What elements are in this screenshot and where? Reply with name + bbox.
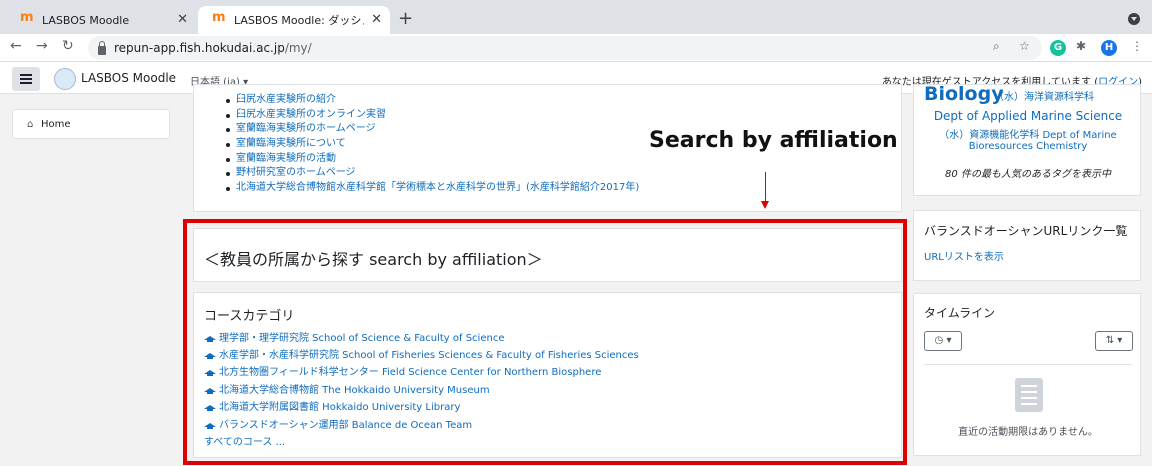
graduation-cap-icon (204, 369, 216, 377)
course-categories-heading: コースカテゴリ (204, 309, 295, 324)
category-item[interactable]: 北海道大学総合博物館 The Hokkaido University Museu… (204, 382, 639, 399)
affiliation-title-card: ＜教員の所属から探す search by affiliation＞ (193, 228, 902, 282)
all-courses-link[interactable]: すべてのコース ... (204, 434, 639, 451)
popular-tags-note: 80 件の最も人気のあるタグを表示中 (945, 169, 1111, 180)
list-item[interactable]: 臼尻水産実験所の紹介 (224, 93, 639, 108)
tab-search-icon[interactable] (1128, 13, 1140, 25)
category-list: 理学部・理学研究院 School of Science & Faculty of… (204, 330, 639, 452)
zoom-icon[interactable]: ⌕ (993, 39, 1000, 54)
grammarly-extension-icon[interactable]: G (1050, 40, 1066, 56)
category-item[interactable]: 北海道大学附属図書館 Hokkaido University Library (204, 400, 639, 417)
chrome-menu-icon[interactable]: ⋮ (1131, 39, 1143, 53)
annotation-arrow-head (761, 201, 769, 209)
timeline-sort-dropdown[interactable]: ⇅ ▾ (1095, 331, 1133, 351)
affiliation-title: ＜教員の所属から探す search by affiliation＞ (204, 250, 543, 269)
left-drawer (0, 94, 182, 466)
site-name[interactable]: LASBOS Moodle (81, 71, 176, 85)
graduation-cap-icon (204, 352, 216, 360)
timeline-filter-dropdown[interactable]: ◷ ▾ (924, 331, 962, 351)
browser-tab-active[interactable]: LASBOS Moodle: ダッシュボード ✕ (198, 6, 390, 34)
lock-icon (98, 40, 106, 55)
new-tab-icon[interactable]: + (398, 8, 413, 29)
list-item[interactable]: 野村研究室のホームページ (224, 166, 639, 181)
tag-link[interactable]: Dept of Applied Marine Science (924, 109, 1132, 123)
browser-tab[interactable]: LASBOS Moodle ✕ (6, 6, 196, 34)
list-item[interactable]: 北海道大学総合博物館水産科学館「学術標本と水産科学の世界」(水産科学館紹介201… (224, 181, 639, 196)
address-bar[interactable]: repun-app.fish.hokudai.ac.jp/my/ (88, 36, 1042, 60)
moodle-favicon-icon (20, 10, 34, 25)
annotation-label: Search by affiliation (649, 128, 898, 153)
balanced-ocean-card: バランスドオーシャンURLリンク一覧 URLリストを表示 (913, 210, 1141, 281)
tag-link[interactable]: Biology (924, 85, 1004, 105)
extensions-puzzle-icon[interactable]: ✱ (1076, 39, 1086, 53)
category-item[interactable]: 理学部・理学研究院 School of Science & Faculty of… (204, 330, 639, 347)
close-tab-icon[interactable]: ✕ (371, 12, 382, 27)
tag-link[interactable]: （水）資源機能化学科 Dept of Marine (924, 126, 1132, 141)
balanced-ocean-title: バランスドオーシャンURLリンク一覧 (924, 224, 1128, 238)
clock-icon: ◷ (934, 335, 944, 346)
list-item[interactable]: 室蘭臨海実験所について (224, 137, 639, 152)
graduation-cap-icon (204, 404, 216, 412)
category-item[interactable]: バランスドオーシャン運用部 Balance de Ocean Team (204, 417, 639, 434)
back-icon[interactable]: ← (10, 38, 22, 54)
tag-link[interactable]: Bioresources Chemistry (924, 141, 1132, 152)
divider (924, 364, 1132, 365)
close-tab-icon[interactable]: ✕ (177, 12, 188, 27)
reload-icon[interactable]: ↻ (62, 38, 74, 54)
nav-home-item[interactable]: ⌂ Home (12, 109, 170, 139)
list-item[interactable]: 室蘭臨海実験所のホームページ (224, 122, 639, 137)
list-item[interactable]: 室蘭臨海実験所の活動 (224, 152, 639, 167)
profile-avatar[interactable]: H (1101, 40, 1117, 56)
sort-icon: ⇅ (1105, 335, 1115, 346)
home-icon: ⌂ (27, 119, 34, 130)
browser-toolbar: ← → ↻ repun-app.fish.hokudai.ac.jp/my/ ⌕… (0, 34, 1152, 62)
timeline-empty-message: 直近の活動期限はありません。 (958, 427, 1098, 438)
browser-tab-strip: LASBOS Moodle ✕ LASBOS Moodle: ダッシュボード ✕… (0, 0, 1152, 34)
graduation-cap-icon (204, 335, 216, 343)
timeline-title: タイムライン (924, 306, 996, 320)
moodle-favicon-icon (212, 10, 226, 25)
tag-link[interactable]: （水）海洋資源科学科 (994, 88, 1094, 103)
graduation-cap-icon (204, 387, 216, 395)
list-item[interactable]: 臼尻水産実験所のオンライン実習 (224, 108, 639, 123)
category-item[interactable]: 水産学部・水産科学研究院 School of Fisheries Science… (204, 347, 639, 364)
annotation-arrow (765, 172, 766, 202)
url-list-link[interactable]: URLリストを表示 (924, 248, 1004, 263)
graduation-cap-icon (204, 422, 216, 430)
links-list: 臼尻水産実験所の紹介 臼尻水産実験所のオンライン実習 室蘭臨海実験所のホームペー… (224, 93, 639, 196)
category-item[interactable]: 北方生物圏フィールド科学センター Field Science Center fo… (204, 365, 639, 382)
bookmark-star-icon[interactable]: ☆ (1019, 39, 1030, 53)
site-logo[interactable] (54, 68, 76, 90)
drawer-toggle-button[interactable] (12, 67, 40, 91)
timeline-card: タイムライン ◷ ▾ ⇅ ▾ 直近の活動期限はありません。 (913, 293, 1141, 456)
empty-timeline-icon (1015, 378, 1043, 412)
tags-card: Biology （水）海洋資源科学科 Dept of Applied Marin… (913, 84, 1141, 196)
forward-icon[interactable]: → (36, 38, 48, 54)
